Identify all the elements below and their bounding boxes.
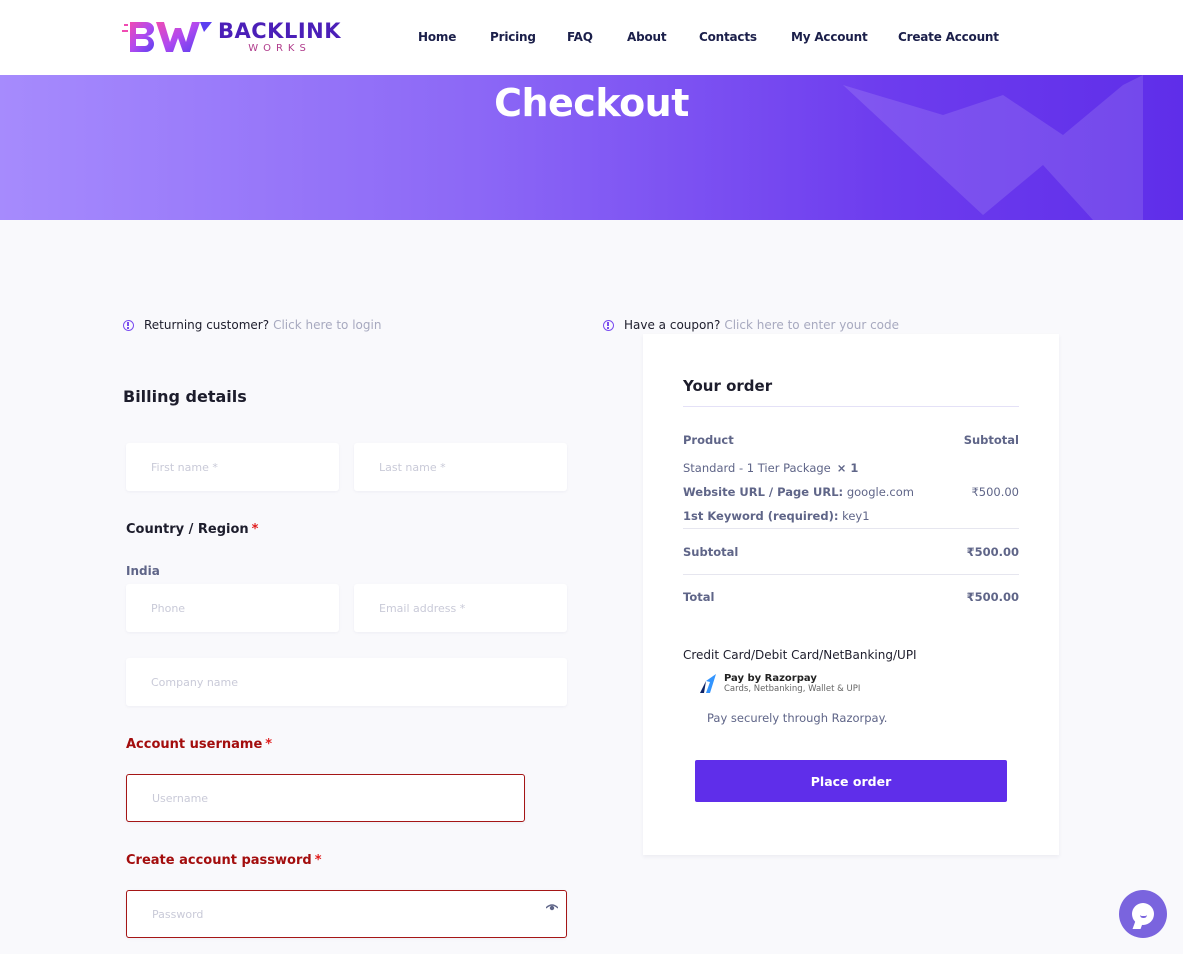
required-mark: * [251, 522, 259, 537]
page-title: Checkout [494, 81, 689, 125]
razorpay-subtitle: Cards, Netbanking, Wallet & UPI [724, 683, 861, 694]
nav-contacts[interactable]: Contacts [699, 30, 757, 44]
site-header: BACKLINK WORKS Home Pricing FAQ About Co… [0, 0, 1183, 75]
logo-text: BACKLINK WORKS [218, 18, 341, 54]
order-item-price: ₹500.00 [971, 485, 1019, 499]
country-label: Country / Region * [126, 522, 258, 537]
divider [683, 528, 1019, 529]
subtotal-label: Subtotal [683, 545, 739, 559]
country-value: India [126, 564, 160, 578]
coupon-text: Have a coupon? [624, 318, 721, 332]
nav-home[interactable]: Home [418, 30, 456, 44]
last-name-input[interactable] [354, 443, 567, 491]
subtotal-value: ₹500.00 [966, 545, 1019, 559]
email-field [354, 584, 567, 632]
order-item-name: Standard - 1 Tier Package × 1 [683, 461, 858, 475]
total-label: Total [683, 590, 715, 604]
product-name: Standard - 1 Tier Package [683, 461, 831, 475]
divider [683, 406, 1019, 407]
last-name-field [354, 443, 567, 491]
nav-create-account[interactable]: Create Account [898, 30, 999, 44]
email-input[interactable] [354, 584, 567, 632]
order-item-keyword: 1st Keyword (required): key1 [683, 509, 870, 523]
username-field [126, 774, 525, 822]
page-banner: Checkout [0, 75, 1183, 220]
phone-input[interactable] [126, 584, 339, 632]
logo-mark-icon [122, 20, 214, 54]
info-icon [603, 319, 614, 331]
country-label-text: Country / Region [126, 522, 249, 537]
razorpay-logo-icon [700, 674, 716, 693]
col-product-header: Product [683, 433, 734, 447]
logo-sub: WORKS [248, 42, 311, 54]
required-mark: * [314, 853, 322, 868]
nav-about[interactable]: About [627, 30, 667, 44]
total-value: ₹500.00 [966, 590, 1019, 604]
username-label-text: Account username [126, 737, 263, 752]
show-password-icon[interactable] [546, 904, 558, 912]
col-subtotal-header: Subtotal [963, 433, 1019, 447]
keyword-value: key1 [842, 509, 870, 523]
pay-secure-text: Pay securely through Razorpay. [707, 711, 888, 725]
order-item-url: Website URL / Page URL: google.com [683, 485, 914, 499]
place-order-button[interactable]: Place order [695, 760, 1007, 802]
billing-details-heading: Billing details [123, 387, 247, 406]
your-order-heading: Your order [683, 377, 773, 395]
first-name-field [126, 443, 339, 491]
chat-icon [1132, 903, 1154, 925]
url-value: google.com [846, 485, 914, 499]
chat-widget-button[interactable] [1119, 890, 1167, 938]
password-label: Create account password * [126, 853, 322, 868]
info-icon [123, 319, 134, 331]
product-qty: × 1 [836, 461, 859, 475]
keyword-label: 1st Keyword (required): [683, 509, 839, 523]
nav-pricing[interactable]: Pricing [490, 30, 536, 44]
brand-logo[interactable]: BACKLINK WORKS [122, 19, 342, 55]
url-label: Website URL / Page URL: [683, 485, 844, 499]
nav-my-account[interactable]: My Account [791, 30, 868, 44]
first-name-input[interactable] [126, 443, 339, 491]
order-summary-card: Your order Product Subtotal Standard - 1… [643, 334, 1059, 855]
coupon-link[interactable]: Click here to enter your code [724, 318, 899, 332]
required-mark: * [265, 737, 273, 752]
company-input[interactable] [126, 658, 567, 706]
phone-field [126, 584, 339, 632]
razorpay-badge: Pay by Razorpay Cards, Netbanking, Walle… [698, 673, 860, 695]
password-label-text: Create account password [126, 853, 312, 868]
divider [683, 574, 1019, 575]
password-field [126, 890, 567, 938]
payment-method-label[interactable]: Credit Card/Debit Card/NetBanking/UPI [683, 648, 917, 662]
username-label: Account username * [126, 737, 272, 752]
username-input[interactable] [127, 775, 524, 821]
nav-faq[interactable]: FAQ [567, 30, 593, 44]
password-input[interactable] [127, 891, 566, 937]
returning-customer-notice: Returning customer? Click here to login [123, 318, 381, 332]
login-link[interactable]: Click here to login [273, 318, 381, 332]
coupon-notice: Have a coupon? Click here to enter your … [603, 318, 899, 332]
company-field [126, 658, 567, 706]
logo-name: BACKLINK [218, 18, 341, 43]
returning-customer-text: Returning customer? [144, 318, 270, 332]
